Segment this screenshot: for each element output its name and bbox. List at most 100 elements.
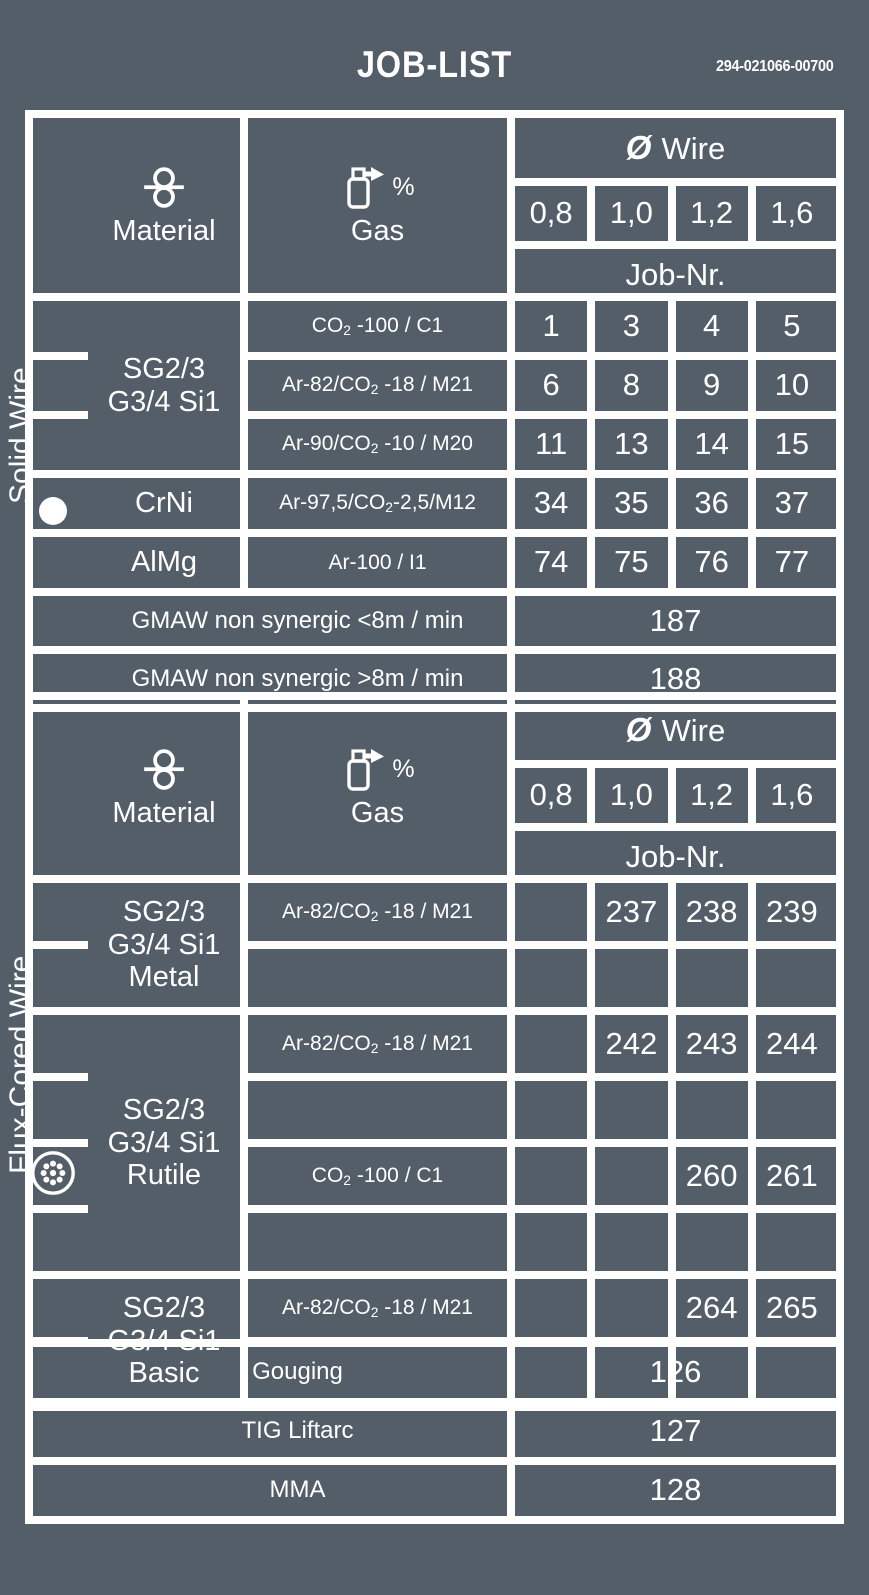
grid-line-vertical: [587, 419, 596, 470]
job-cell: 77: [774, 544, 810, 580]
header-wire-group: Ø Wire: [515, 700, 836, 760]
job-cell: 3: [622, 308, 640, 344]
grid-line-vertical: [747, 1015, 756, 1073]
grid-line-vertical: [587, 1147, 596, 1205]
gas-cell: Ar-82/CO2 -18 / M21: [282, 1295, 473, 1320]
gas-cell: Ar-82/CO2 -18 / M21: [282, 899, 473, 924]
grid-line-vertical: [240, 293, 248, 596]
grid-line-vertical: [836, 1339, 844, 1398]
grid-line-vertical: [587, 883, 596, 941]
job-cell: [515, 1015, 587, 1073]
header-material-cell: Material: [88, 700, 240, 875]
job-cell: 238: [685, 893, 738, 929]
diameter-icon: Ø: [625, 128, 652, 166]
job-cell: [595, 1279, 667, 1337]
wire-feed-rollers-icon: [140, 163, 188, 211]
section-icon-flux-cored-wire: [30, 1150, 76, 1196]
job-cell: [676, 949, 748, 1007]
grid-line-horizontal: [80, 470, 240, 478]
document-code: 294-021066-00700: [715, 58, 834, 75]
job-cell: 11: [535, 426, 568, 462]
job-cell: [756, 1081, 828, 1139]
job-cell: 243: [685, 1025, 738, 1061]
grid-line-vertical: [667, 360, 676, 411]
header-diameter-1: 1,0: [609, 195, 653, 231]
grid-line-vertical: [507, 700, 515, 875]
job-cell: [515, 883, 587, 941]
gas-cell: Ar-97,5/CO2-2,5/M12: [279, 491, 476, 516]
grid-line-vertical: [667, 478, 676, 529]
footer-job-0: 126: [649, 1354, 702, 1390]
grid-line-vertical: [667, 949, 676, 1007]
header-gas-cell: % Gas: [248, 118, 507, 293]
job-cell: [595, 1081, 667, 1139]
grid-line-horizontal: [25, 646, 844, 654]
job-cell: 9: [703, 367, 721, 403]
job-cell: 4: [703, 308, 721, 344]
header-gas-cell: % Gas: [248, 700, 507, 875]
job-cell: [515, 949, 587, 1007]
grid-line-vertical: [747, 1279, 756, 1337]
job-cell: [515, 1147, 587, 1205]
material-cell: CrNi: [135, 487, 193, 520]
header-gas-percent: %: [392, 172, 415, 201]
job-cell: 237: [605, 893, 658, 929]
grid-line-vertical: [667, 186, 676, 241]
gas-cell: Ar-82/CO2 -18 / M21: [282, 373, 473, 398]
section-label-flux-cored-wire: Flux-Cored Wire: [4, 955, 37, 1174]
header-material-cell: Material: [88, 118, 240, 293]
grid-line-vertical: [507, 1398, 515, 1457]
grid-line-horizontal: [25, 588, 844, 596]
gmaw-job-0: 187: [649, 602, 702, 638]
material-cell: AlMg: [130, 546, 198, 579]
gas-cell: [248, 1081, 507, 1139]
grid-line-vertical: [25, 110, 33, 293]
footer-job-1: 127: [649, 1413, 702, 1449]
grid-line-vertical: [747, 1147, 756, 1205]
header-diameter-0: 0,8: [529, 777, 573, 813]
header-diameter-2: 1,2: [690, 777, 734, 813]
grid-line-vertical: [836, 293, 844, 596]
grid-line-vertical: [25, 692, 33, 875]
grid-line-horizontal: [80, 1007, 240, 1015]
job-cell: [515, 1081, 587, 1139]
wire-feed-rollers-icon: [140, 745, 188, 793]
header-diameter-2: 1,2: [690, 195, 734, 231]
job-cell: [756, 1213, 828, 1271]
grid-line-horizontal: [25, 1398, 844, 1406]
grid-line-vertical: [25, 1457, 33, 1516]
grid-line-vertical: [747, 478, 756, 529]
gas-bottle-icon: [340, 163, 388, 211]
grid-line-vertical: [587, 478, 596, 529]
job-cell: [676, 1213, 748, 1271]
job-cell: 5: [783, 308, 801, 344]
job-cell: 1: [542, 308, 560, 344]
header-material-label: Material: [112, 797, 216, 830]
job-cell: 244: [766, 1025, 818, 1061]
job-cell: 239: [766, 893, 818, 929]
job-cell: [515, 1213, 587, 1271]
grid-line-vertical: [587, 537, 596, 588]
grid-line-vertical: [507, 1339, 515, 1398]
grid-line-horizontal: [25, 1339, 844, 1347]
grid-line-horizontal: [25, 110, 844, 118]
job-cell: [595, 949, 667, 1007]
grid-line-vertical: [747, 1213, 756, 1271]
job-cell: 76: [694, 544, 729, 580]
header-material-label: Material: [112, 215, 216, 248]
grid-line-vertical: [747, 186, 756, 241]
gas-cell: [248, 1213, 507, 1271]
header-diameter-0: 0,8: [529, 195, 573, 231]
job-cell: 8: [622, 367, 640, 403]
grid-line-vertical: [836, 588, 844, 646]
header-diameter-3: 1,6: [770, 777, 814, 813]
grid-line-vertical: [25, 1398, 33, 1457]
job-cell: 10: [774, 367, 810, 403]
job-cell: 260: [685, 1157, 738, 1193]
gas-cell: CO2 -100 / C1: [311, 1163, 444, 1188]
footer-job-2: 128: [649, 1472, 702, 1508]
grid-line-vertical: [747, 1081, 756, 1139]
grid-line-horizontal: [507, 760, 836, 768]
grid-line-vertical: [747, 301, 756, 352]
grid-line-vertical: [667, 1213, 676, 1271]
